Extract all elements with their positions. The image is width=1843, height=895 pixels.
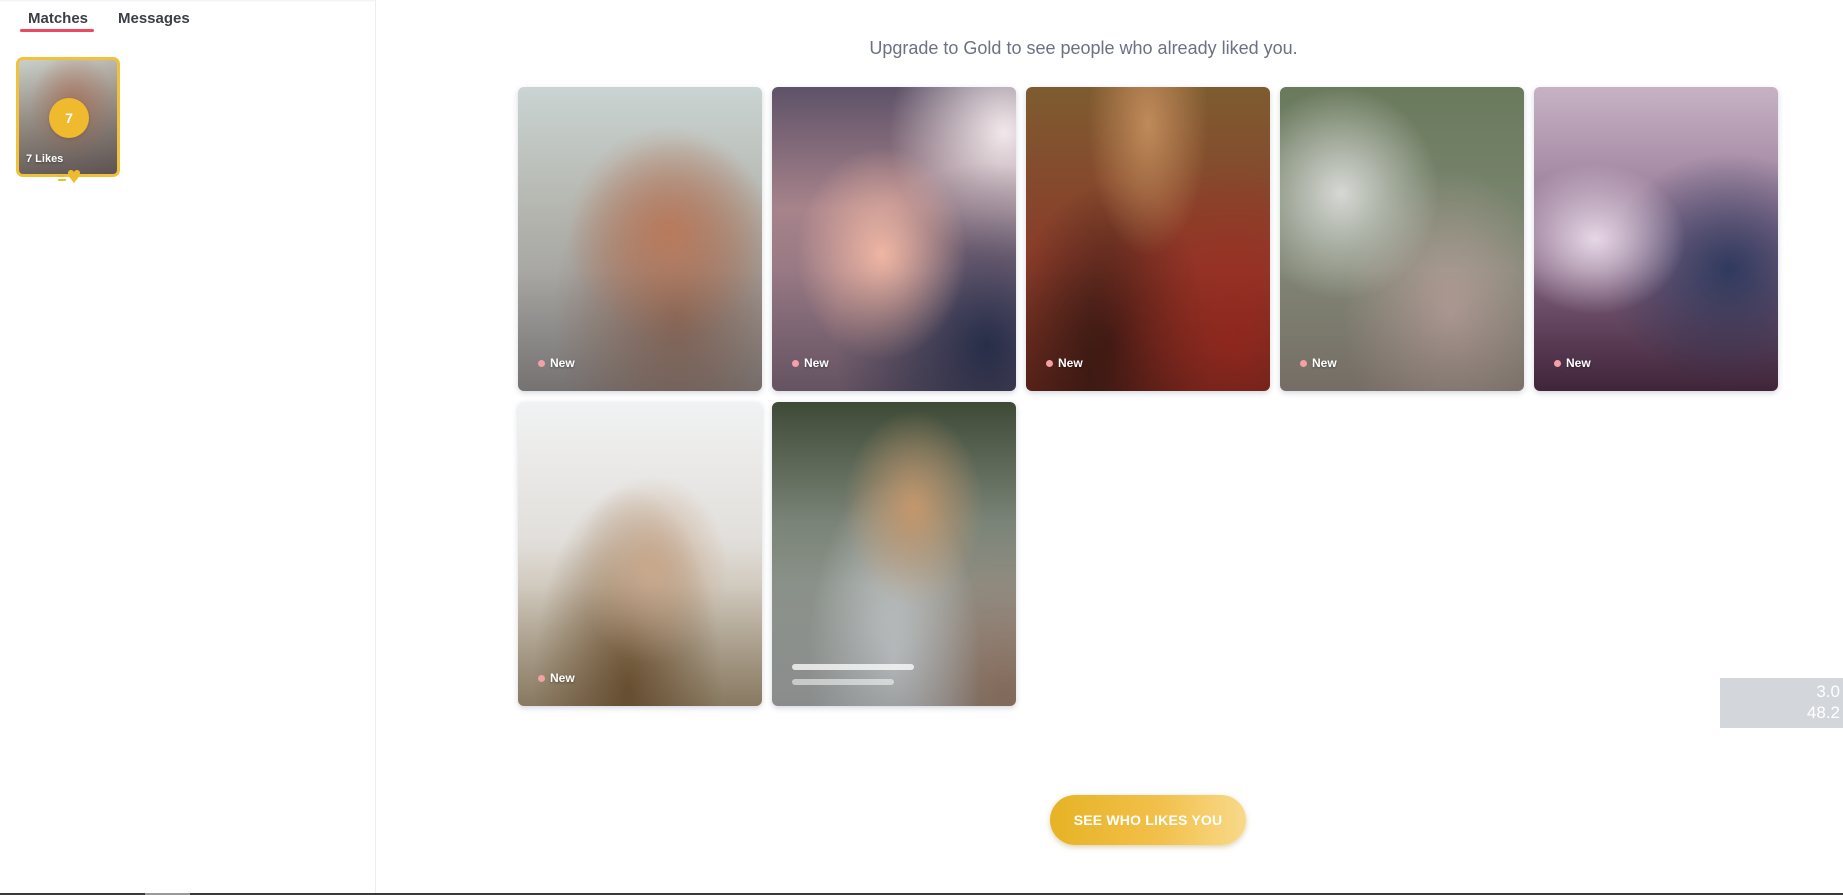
tab-messages[interactable]: Messages [118,10,190,27]
new-dot-icon [538,674,545,682]
new-badge-label: New [550,671,575,685]
new-badge: New [1300,356,1337,370]
liked-by-card[interactable]: New [772,87,1016,391]
new-dot-icon [1046,359,1053,367]
liked-by-card[interactable]: New [518,87,762,391]
likes-count-badge: 7 [49,98,89,138]
new-badge: New [538,356,575,370]
liked-by-card[interactable]: New [518,402,762,706]
liked-by-card[interactable] [772,402,1016,706]
new-dot-icon [538,359,545,367]
card-shade [1534,87,1778,391]
main-content: Upgrade to Gold to see people who alread… [376,0,1843,893]
likes-label: 7 Likes [26,153,64,165]
liked-by-card[interactable]: New [1280,87,1524,391]
skeleton-name-line [792,664,914,670]
upgrade-message: Upgrade to Gold to see people who alread… [869,38,1298,58]
new-dot-icon [792,359,799,367]
new-badge-label: New [1058,356,1083,370]
new-badge-label: New [550,356,575,370]
likes-tile[interactable]: 7 7 Likes [16,57,120,177]
liked-by-card[interactable]: New [1026,87,1270,391]
new-badge-label: New [1312,356,1337,370]
card-shade [1280,87,1524,391]
active-tab-indicator [20,29,94,32]
card-shade [518,87,762,391]
card-shade [772,87,1016,391]
performance-overlay: 3.0 48.2 [1720,678,1843,728]
liked-by-card[interactable]: New [1534,87,1778,391]
new-badge-label: New [804,356,829,370]
perf-value-1: 3.0 [1816,682,1840,701]
tab-matches[interactable]: Matches [28,10,88,27]
new-badge: New [538,671,575,685]
gold-heart-icon [56,170,80,184]
new-dot-icon [1300,359,1307,367]
new-badge: New [1046,356,1083,370]
new-dot-icon [1554,359,1561,367]
new-badge: New [792,356,829,370]
card-shade [518,402,762,706]
sidebar-tabs: Matches Messages [0,0,375,40]
card-shade [772,402,1016,706]
new-badge-label: New [1566,356,1591,370]
see-who-likes-you-button[interactable]: SEE WHO LIKES YOU [1050,795,1246,845]
skeleton-info-line [792,679,894,685]
new-badge: New [1554,356,1591,370]
card-shade [1026,87,1270,391]
sidebar: Matches Messages 7 7 Likes [0,0,376,893]
perf-value-2: 48.2 [1806,703,1840,722]
